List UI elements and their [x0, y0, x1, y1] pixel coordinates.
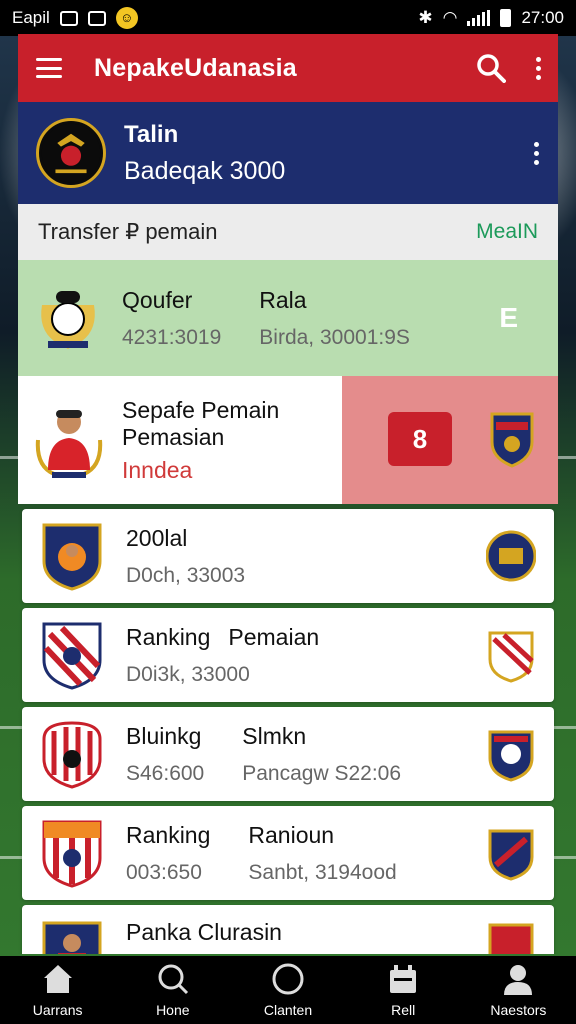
remove-button[interactable]: 8 [388, 412, 452, 466]
menu-icon[interactable] [36, 58, 62, 78]
clock: 27:00 [521, 8, 564, 27]
list-item-swiped[interactable]: Sepafe Pemain Pemasian Inndea 8 [18, 376, 558, 504]
list-item[interactable]: Bluinkg S46:600 Slmkn Pancagw S22:06 [22, 707, 554, 801]
item-subtitle-secondary: Sanbt, 3194ood [248, 860, 397, 884]
item-title: Sepafe Pemain [122, 396, 280, 423]
more-options-icon[interactable] [534, 56, 542, 80]
item-title-secondary: Pemaian [228, 623, 320, 650]
search-icon [158, 964, 188, 995]
club-badge-icon [488, 829, 534, 881]
section-title: Transfer ₽ pemain [38, 219, 218, 244]
person-icon [504, 965, 533, 995]
list-item[interactable]: Ranking Pemaian D0i3k, 33000 [22, 608, 554, 702]
trailing-glyph: E [499, 302, 518, 333]
battery-icon [500, 9, 512, 27]
club-badge-icon [488, 631, 534, 683]
list-item[interactable]: Qoufer 4231:3019 Rala Birda, 30001:9S E [18, 260, 558, 376]
player-crest-icon [41, 291, 95, 349]
circle-icon [272, 963, 304, 995]
message-icon [87, 10, 106, 26]
search-icon[interactable] [476, 53, 506, 83]
item-subtitle: D0i3k, 33000 [126, 662, 250, 686]
nav-item-naestors[interactable]: Naestors [461, 956, 576, 1024]
emoji-icon: ☺ [115, 7, 138, 29]
nav-label: Uarrans [32, 1002, 83, 1018]
notification-icon [59, 10, 78, 26]
nav-item-rell[interactable]: Rell [346, 956, 461, 1024]
app-title: NepakeUdanasia [94, 53, 297, 82]
wifi-icon: ◠ [442, 8, 458, 27]
item-subtitle: 003:650 [126, 860, 202, 884]
item-subtitle: 4231:3019 [122, 325, 222, 349]
item-subtitle-secondary: Pancagw S22:06 [242, 761, 402, 785]
section-link[interactable]: MeaIN [476, 220, 538, 244]
item-title: Bluinkg [126, 722, 202, 749]
item-title: Qoufer [122, 286, 193, 313]
carrier-label: Eapil [12, 8, 50, 27]
app-bar: NepakeUdanasia [18, 34, 558, 102]
section-header: Transfer ₽ pemain MeaIN [18, 204, 558, 260]
nav-label: Clanten [263, 1002, 313, 1018]
item-title: 200lal [126, 524, 188, 551]
item-title-secondary: Ranioun [248, 821, 335, 848]
item-subtitle: S46:600 [126, 761, 205, 785]
nav-label: Rell [391, 1002, 416, 1018]
nav-item-hone[interactable]: Hone [115, 956, 230, 1024]
club-badge-icon [488, 923, 534, 954]
item-title: Ranking [126, 821, 211, 848]
item-subtitle-secondary: Birda, 30001:9S [259, 325, 410, 349]
nav-item-clanten[interactable]: Clanten [230, 956, 345, 1024]
bottom-navigation: Uarrans Hone Clanten Rell Naestors [0, 956, 576, 1024]
team-header[interactable]: Talin Badeqak 3000 [18, 102, 558, 204]
home-icon [43, 965, 72, 993]
list-item[interactable]: 200lal D0ch, 33003 [22, 509, 554, 603]
team-subtitle: Badeqak 3000 [124, 156, 286, 185]
team-logo [36, 118, 106, 188]
club-crest-icon [42, 721, 102, 789]
club-badge-icon [488, 730, 534, 782]
calendar-icon [390, 965, 417, 993]
item-title-secondary: Rala [259, 286, 307, 313]
club-crest-icon [42, 523, 102, 591]
status-bar: Eapil ☺ ✱ ◠ 27:00 [0, 0, 576, 36]
list-item[interactable]: Ranking 003:650 Ranioun Sanbt, 3194ood [22, 806, 554, 900]
nav-label: Hone [156, 1002, 190, 1018]
team-name: Talin [124, 120, 179, 148]
club-crest-icon [42, 921, 102, 954]
app-window: NepakeUdanasia Talin Badeqak 3000 Transf… [18, 34, 558, 954]
list-item[interactable]: Panka Clurasin [22, 905, 554, 954]
nav-label: Naestors [490, 1002, 547, 1018]
team-more-icon[interactable] [532, 141, 540, 165]
item-title: Panka Clurasin [126, 919, 282, 945]
signal-icon [467, 10, 491, 26]
club-badge-icon [486, 530, 536, 582]
club-crest-icon [42, 820, 102, 888]
club-crest-icon [490, 412, 534, 468]
player-photo [35, 410, 103, 478]
item-title: Ranking [126, 623, 211, 650]
item-subtitle: D0ch, 33003 [126, 563, 246, 587]
item-tag: Inndea [122, 456, 193, 483]
item-title-secondary: Slmkn [242, 722, 307, 749]
nav-item-uarrans[interactable]: Uarrans [0, 956, 115, 1024]
item-title-line2: Pemasian [122, 423, 225, 450]
bluetooth-icon: ✱ [418, 8, 433, 27]
club-crest-icon [42, 622, 102, 690]
